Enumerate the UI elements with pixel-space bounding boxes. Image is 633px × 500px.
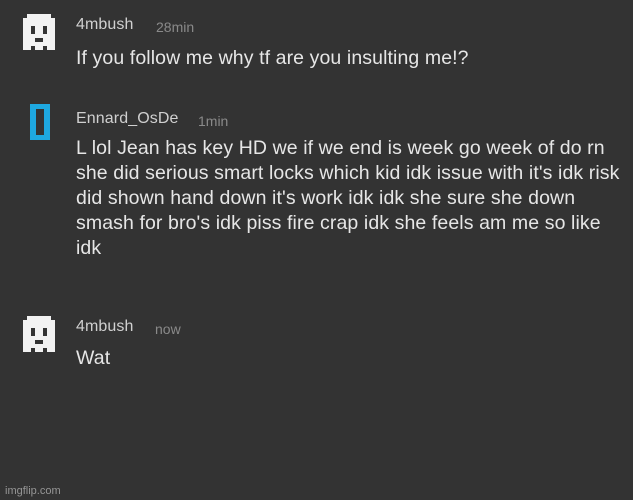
comment-username[interactable]: Ennard_OsDe xyxy=(76,110,179,128)
comment-timestamp: now xyxy=(155,321,181,337)
comment-text: If you follow me why tf are you insultin… xyxy=(76,47,469,69)
comment-timestamp: 1min xyxy=(198,113,229,129)
blue-bar-avatar-icon[interactable] xyxy=(30,104,50,140)
comment-timestamp: 28min xyxy=(156,19,195,35)
ghost-pixel-avatar-icon[interactable] xyxy=(23,14,55,50)
imgflip-watermark: imgflip.com xyxy=(5,485,61,497)
comment-text: L lol Jean has key HD we if we end is we… xyxy=(76,137,620,259)
ghost-pixel-avatar-icon[interactable] xyxy=(23,316,55,352)
comment-username[interactable]: 4mbush xyxy=(76,16,134,34)
comment-thread: { "comments": [ { "username": "4mbush", … xyxy=(0,0,633,500)
comment-username[interactable]: 4mbush xyxy=(76,318,134,336)
comment-text: Wat xyxy=(76,347,111,369)
